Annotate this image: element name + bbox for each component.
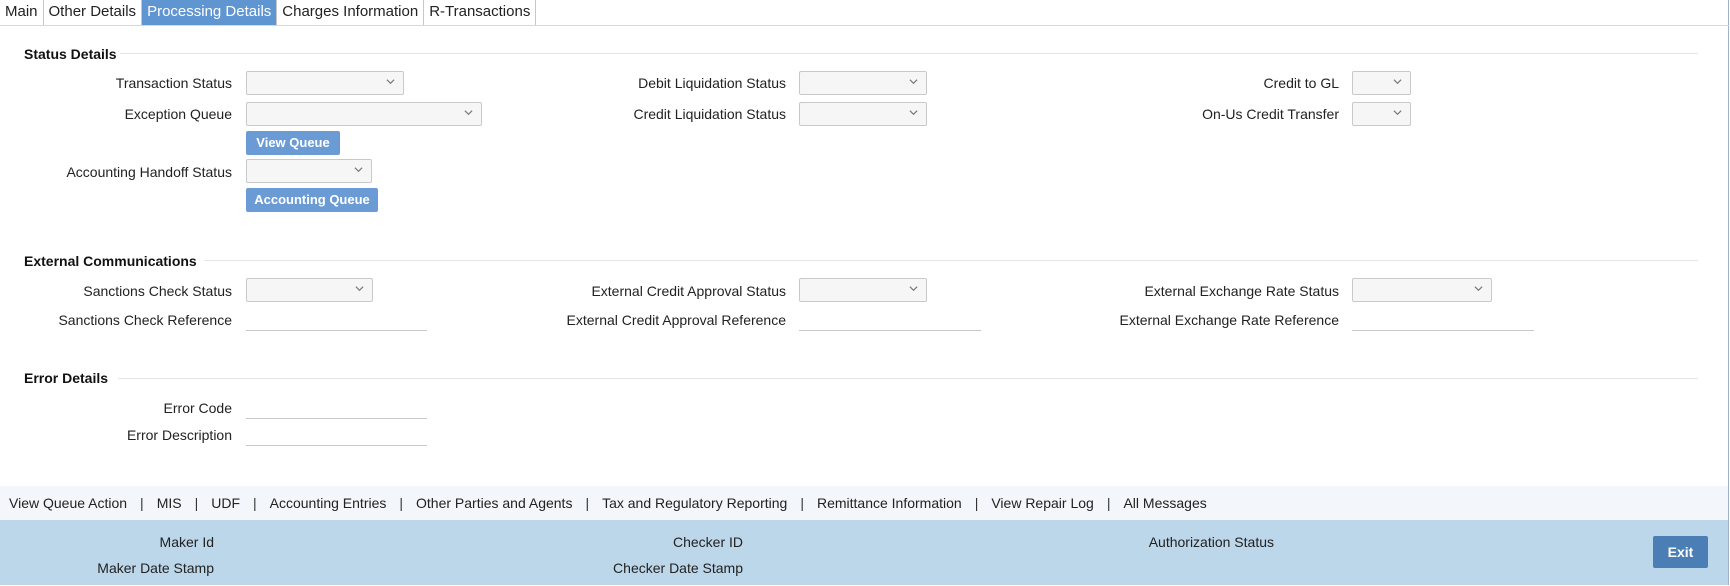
link-separator: |: [800, 495, 804, 511]
error-code-label: Error Code: [163, 400, 232, 416]
external-communications-heading: External Communications: [24, 253, 197, 269]
external-credit-approval-status-select[interactable]: [799, 278, 927, 302]
maker-date-stamp-label: Maker Date Stamp: [97, 560, 214, 576]
view-queue-action-link[interactable]: View Queue Action: [9, 486, 127, 520]
link-separator: |: [140, 495, 144, 511]
transaction-status-select[interactable]: [246, 71, 404, 95]
section-divider: [204, 260, 1698, 261]
chevron-down-icon: [1474, 286, 1483, 292]
udf-link[interactable]: UDF: [211, 486, 240, 520]
external-credit-approval-reference-input[interactable]: [799, 309, 981, 331]
exception-queue-label: Exception Queue: [124, 106, 232, 122]
external-exchange-rate-reference-input[interactable]: [1352, 309, 1534, 331]
chevron-down-icon: [354, 167, 363, 173]
link-separator: |: [974, 495, 979, 511]
authorization-status-label: Authorization Status: [1148, 534, 1274, 550]
debit-liquidation-status-select[interactable]: [799, 71, 927, 95]
link-separator: |: [585, 495, 590, 511]
section-divider: [120, 53, 1698, 54]
checker-date-stamp-label: Checker Date Stamp: [613, 560, 743, 576]
view-repair-log-link[interactable]: View Repair Log: [991, 486, 1093, 520]
accounting-entries-link[interactable]: Accounting Entries: [270, 486, 387, 520]
link-separator: |: [399, 495, 404, 511]
link-separator: |: [253, 495, 257, 511]
accounting-queue-button[interactable]: Accounting Queue: [246, 188, 378, 212]
error-description-input[interactable]: [246, 424, 427, 446]
maker-id-label: Maker Id: [159, 534, 214, 550]
tab-bar: Main Other Details Processing Details Ch…: [0, 0, 537, 26]
chevron-down-icon: [909, 79, 918, 85]
debit-liquidation-status-label: Debit Liquidation Status: [638, 75, 786, 91]
chevron-down-icon: [386, 79, 395, 85]
credit-to-gl-select[interactable]: [1352, 71, 1411, 95]
chevron-down-icon: [909, 286, 918, 292]
sanctions-check-reference-label: Sanctions Check Reference: [58, 312, 232, 328]
on-us-credit-transfer-select[interactable]: [1352, 102, 1411, 126]
checker-id-label: Checker ID: [672, 534, 743, 550]
credit-to-gl-label: Credit to GL: [1263, 75, 1339, 91]
transaction-status-label: Transaction Status: [115, 75, 232, 91]
exit-button[interactable]: Exit: [1653, 536, 1708, 568]
external-exchange-rate-status-label: External Exchange Rate Status: [1144, 283, 1339, 299]
section-divider: [118, 378, 1698, 379]
chevron-down-icon: [1393, 79, 1402, 85]
chevron-down-icon: [355, 286, 364, 292]
external-exchange-rate-status-select[interactable]: [1352, 278, 1492, 302]
tax-and-regulatory-reporting-link[interactable]: Tax and Regulatory Reporting: [602, 486, 787, 520]
external-credit-approval-status-label: External Credit Approval Status: [591, 283, 786, 299]
on-us-credit-transfer-label: On-Us Credit Transfer: [1202, 106, 1339, 122]
credit-liquidation-status-label: Credit Liquidation Status: [633, 106, 786, 122]
external-credit-approval-reference-label: External Credit Approval Reference: [566, 312, 786, 328]
link-separator: |: [1106, 495, 1111, 511]
tab-other-details[interactable]: Other Details: [44, 0, 143, 26]
tab-divider: [0, 25, 1730, 26]
error-details-heading: Error Details: [24, 370, 109, 386]
mis-link[interactable]: MIS: [157, 486, 182, 520]
status-details-heading: Status Details: [24, 46, 117, 62]
tab-processing-details[interactable]: Processing Details: [142, 0, 278, 26]
remittance-information-link[interactable]: Remittance Information: [817, 486, 962, 520]
tab-r-transactions[interactable]: R-Transactions: [424, 0, 537, 26]
action-links-bar: View Queue Action | MIS | UDF | Accounti…: [0, 486, 1728, 520]
tab-charges-information[interactable]: Charges Information: [277, 0, 425, 26]
credit-liquidation-status-select[interactable]: [799, 102, 927, 126]
sanctions-check-reference-input[interactable]: [246, 309, 427, 331]
exception-queue-select[interactable]: [246, 102, 482, 126]
sanctions-check-status-label: Sanctions Check Status: [83, 283, 232, 299]
sanctions-check-status-select[interactable]: [246, 278, 373, 302]
chevron-down-icon: [464, 110, 473, 116]
tab-main[interactable]: Main: [0, 0, 44, 26]
error-description-label: Error Description: [126, 427, 232, 443]
chevron-down-icon: [1393, 110, 1402, 116]
error-code-input[interactable]: [246, 397, 427, 419]
other-parties-and-agents-link[interactable]: Other Parties and Agents: [416, 486, 572, 520]
chevron-down-icon: [909, 110, 918, 116]
accounting-handoff-status-select[interactable]: [246, 159, 372, 183]
audit-footer: Maker Id Maker Date Stamp Checker ID Che…: [0, 520, 1728, 585]
link-separator: |: [194, 495, 199, 511]
accounting-handoff-status-label: Accounting Handoff Status: [66, 164, 232, 180]
external-exchange-rate-reference-label: External Exchange Rate Reference: [1119, 312, 1339, 328]
all-messages-link[interactable]: All Messages: [1123, 486, 1206, 520]
view-queue-button[interactable]: View Queue: [246, 131, 340, 155]
